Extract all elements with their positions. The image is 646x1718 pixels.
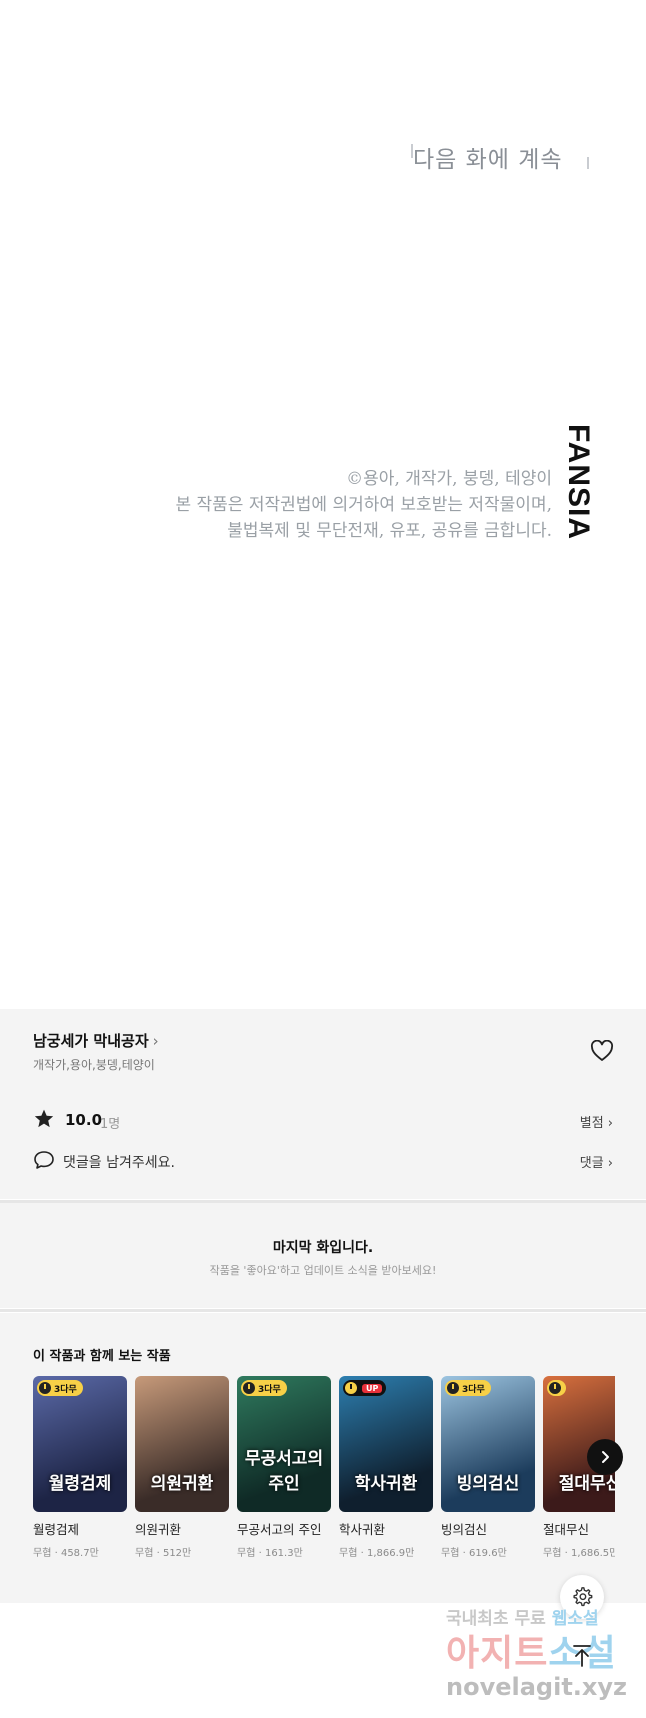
rate-link-label: 별점 <box>579 1116 604 1131</box>
cover-image: 의원귀환 <box>135 1376 229 1512</box>
badge-label: UP <box>362 1383 383 1393</box>
card-genre: 무협 <box>33 1548 52 1559</box>
card-views: 458.7만 <box>60 1548 99 1559</box>
free-badge: 3다무 <box>445 1380 491 1396</box>
rating-value: 10.0 <box>65 1111 103 1129</box>
card-views: 512만 <box>162 1548 192 1559</box>
recommendation-card[interactable]: 3다무 무공서고의 주인 무공서고의 주인 무협 · 161.3만 <box>237 1376 331 1559</box>
card-title: 학사귀환 <box>339 1522 386 1537</box>
cover-title: 학사귀환 <box>354 1474 418 1494</box>
card-meta: 무협 · 619.6만 <box>441 1548 507 1559</box>
card-title: 월령검제 <box>33 1522 80 1537</box>
copyright-line: ©용아, 개작가, 붕뎅, 테양이 <box>346 469 552 489</box>
rating-count: 1명 <box>100 1117 121 1132</box>
star-icon <box>33 1108 55 1130</box>
heart-icon[interactable] <box>590 1039 614 1062</box>
carousel-next-button[interactable] <box>587 1439 623 1475</box>
cover-image: 3다무 빙의검신 <box>441 1376 535 1512</box>
badge-label: 3다무 <box>258 1384 281 1395</box>
card-views: 1,686.5만 <box>570 1548 615 1559</box>
card-title: 무공서고의 주인 <box>237 1522 322 1537</box>
cover-title: 무공서고의 주인 <box>244 1449 324 1494</box>
clock-icon <box>549 1382 561 1394</box>
last-episode-subtitle: 작품을 '좋아요'하고 업데이트 소식을 받아보세요! <box>209 1264 437 1277</box>
series-authors: 개작가,용아,붕뎅,테양이 <box>33 1058 155 1072</box>
card-views: 619.6만 <box>468 1548 507 1559</box>
badge-label: 3다무 <box>462 1384 485 1395</box>
recommendation-card[interactable]: UP 학사귀환 학사귀환 무협 · 1,866.9만 <box>339 1376 433 1559</box>
card-meta: 무협 · 512만 <box>135 1548 192 1559</box>
cover-image: 3다무 무공서고의 주인 <box>237 1376 331 1512</box>
watermark-text: 아지트 <box>446 1633 549 1674</box>
divider <box>0 1309 646 1312</box>
series-title-link[interactable]: 남궁세가 막내공자 › <box>33 1030 159 1051</box>
recommendation-card[interactable]: 3다무 빙의검신 빙의검신 무협 · 619.6만 <box>441 1376 535 1559</box>
card-meta: 무협 · 458.7만 <box>33 1548 99 1559</box>
free-badge <box>547 1380 566 1396</box>
card-title: 빙의검신 <box>441 1522 488 1537</box>
free-badge: 3다무 <box>241 1380 287 1396</box>
card-genre: 무협 <box>237 1548 256 1559</box>
clock-icon <box>345 1382 357 1394</box>
card-genre: 무협 <box>339 1548 358 1559</box>
cover-title: 빙의검신 <box>456 1474 520 1494</box>
badge-label: 3다무 <box>54 1384 77 1395</box>
cover-title: 월령검제 <box>48 1474 112 1494</box>
card-title: 의원귀환 <box>135 1522 182 1537</box>
card-views: 161.3만 <box>264 1548 303 1559</box>
free-badge: 3다무 <box>37 1380 83 1396</box>
next-episode-label: 다음 화에 계속 <box>413 147 563 173</box>
clock-icon <box>447 1382 459 1394</box>
cover-image: 3다무 월령검제 <box>33 1376 127 1512</box>
speech-bubble-icon <box>33 1150 55 1170</box>
copyright-notice: ©용아, 개작가, 붕뎅, 테양이 본 작품은 저작권법에 의거하여 보호받는 … <box>140 466 552 544</box>
recommendation-card[interactable]: 3다무 월령검제 월령검제 무협 · 458.7만 <box>33 1376 127 1559</box>
card-genre: 무협 <box>543 1548 562 1559</box>
rate-link[interactable]: 별점 › <box>580 1112 613 1131</box>
bracket-right <box>587 157 589 169</box>
chevron-right-icon: › <box>607 1156 613 1171</box>
card-genre: 무협 <box>135 1548 154 1559</box>
card-title: 절대무신 <box>543 1522 590 1537</box>
card-genre: 무협 <box>441 1548 460 1559</box>
comment-link[interactable]: 댓글 › <box>580 1152 613 1171</box>
watermark-url: novelagit.xyz <box>446 1673 628 1701</box>
up-badge: UP <box>343 1380 387 1396</box>
comment-prompt[interactable]: 댓글을 남겨주세요. <box>63 1152 175 1172</box>
copyright-line: 불법복제 및 무단전재, 유포, 공유를 금합니다. <box>227 521 552 541</box>
copyright-line: 본 작품은 저작권법에 의거하여 보호받는 저작물이며, <box>175 495 552 515</box>
series-title: 남궁세가 막내공자 <box>33 1032 149 1050</box>
chevron-right-icon <box>602 1451 609 1463</box>
chevron-right-icon: › <box>152 1032 159 1050</box>
last-episode-title: 마지막 화입니다. <box>272 1240 374 1256</box>
chevron-right-icon: › <box>607 1116 613 1131</box>
scroll-top-button[interactable] <box>560 1634 604 1678</box>
card-meta: 무협 · 161.3만 <box>237 1548 303 1559</box>
cover-title: 의원귀환 <box>150 1474 214 1494</box>
card-views: 1,866.9만 <box>366 1548 415 1559</box>
recommendation-card[interactable]: 의원귀환 의원귀환 무협 · 512만 <box>135 1376 229 1559</box>
recommendations-heading: 이 작품과 함께 보는 작품 <box>33 1349 171 1364</box>
arrow-up-icon <box>573 1645 591 1667</box>
clock-icon <box>243 1382 255 1394</box>
card-meta: 무협 · 1,686.5만 <box>543 1544 615 1559</box>
publisher-logo: FANSIA <box>562 424 595 541</box>
card-meta: 무협 · 1,866.9만 <box>339 1548 415 1559</box>
comment-link-label: 댓글 <box>579 1156 604 1171</box>
cover-image: UP 학사귀환 <box>339 1376 433 1512</box>
clock-icon <box>39 1382 51 1394</box>
